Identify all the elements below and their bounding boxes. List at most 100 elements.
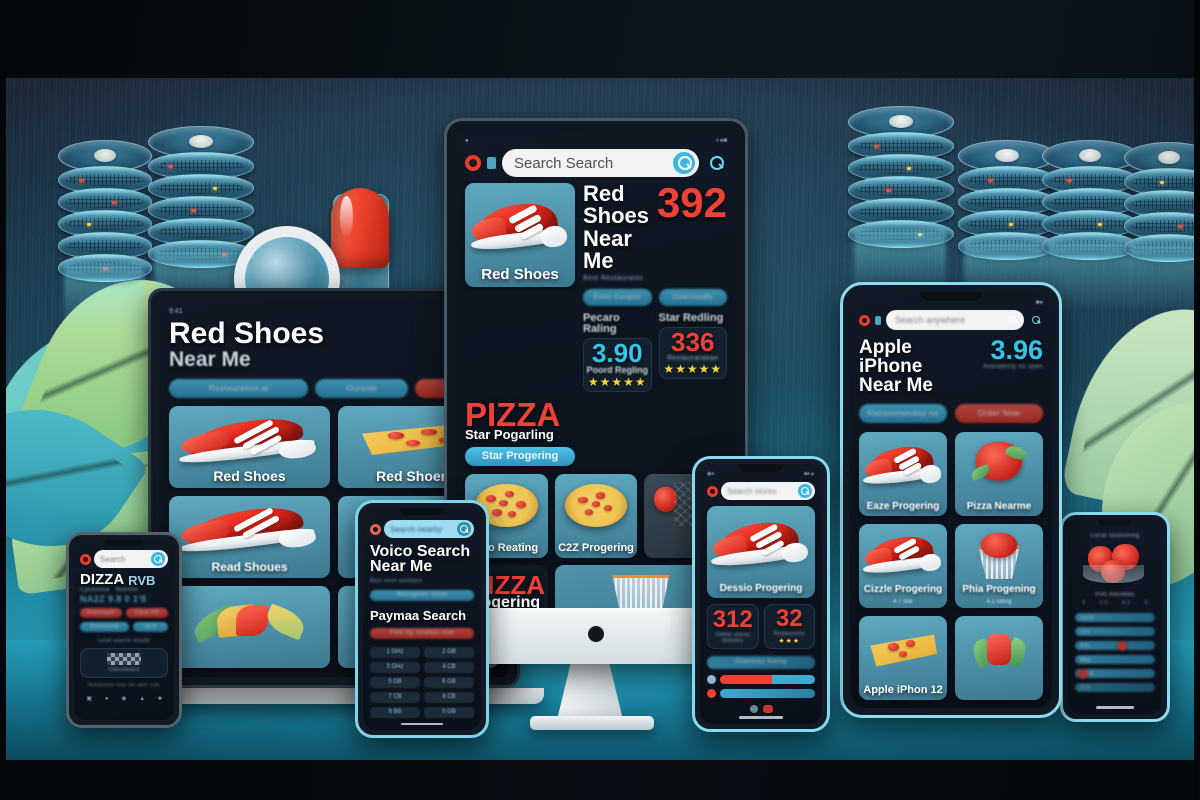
dock-icon[interactable]: ▣: [86, 695, 92, 702]
phone-right-tile-3-sub: 4.1 rating: [986, 599, 1012, 606]
phone-fr-bar-2-knob[interactable]: [1116, 640, 1127, 651]
phone-right-tile-1[interactable]: Pizza Nearme: [955, 432, 1043, 517]
phone-right-tile-0[interactable]: Eaze Progering: [859, 432, 947, 517]
tablet-pill-1[interactable]: Outside: [315, 379, 409, 398]
phone-center-key-3[interactable]: 4 CB: [424, 661, 474, 673]
tablet-tile-2[interactable]: Read Shoues: [169, 496, 330, 578]
dock-icon[interactable]: ▲: [139, 696, 145, 702]
berries-icon: [981, 532, 1017, 558]
phone-right-device[interactable]: ■● Search anywhere Apple iPhone Near Me: [840, 282, 1062, 718]
phone-center-key-6[interactable]: 7 CB: [370, 691, 420, 703]
phone-center-key-8[interactable]: 9 BB: [370, 706, 420, 718]
phone-rc-status-right: ■●▲: [804, 471, 815, 477]
phone-right-tile-2-caption: Cizzle Progering: [863, 584, 943, 596]
monitor-counter: 392: [656, 179, 727, 226]
brand-logo-icon: [859, 314, 870, 326]
tablet-tile-0[interactable]: Red Shoes: [169, 406, 330, 488]
phone-rc-search-input[interactable]: Search stores: [721, 482, 815, 500]
phone-left-pill-3[interactable]: 22.8: [133, 622, 168, 633]
phone-right-tile-2[interactable]: Cizzle Progering 4.7 star: [859, 524, 947, 609]
brand-logo-icon: [80, 553, 91, 565]
monitor-search-input[interactable]: Search Search: [502, 149, 699, 177]
monitor-stat-1-stars: ★★★★★: [663, 361, 723, 376]
phone-rc-bar-1[interactable]: [720, 674, 815, 684]
phone-right-tile-5[interactable]: [955, 616, 1043, 701]
search-icon[interactable]: [1006, 313, 1020, 327]
phone-rc-dock-icon[interactable]: [749, 705, 758, 713]
phone-right-center-device[interactable]: ◉● ■●▲ Search stores Dessio Progering 31…: [692, 456, 830, 732]
phone-center-pill-red[interactable]: Find my location now: [370, 627, 474, 639]
search-icon-secondary[interactable]: [705, 152, 727, 174]
phone-right-counter-sub: Availability no open: [983, 363, 1043, 370]
phone-right-search-input[interactable]: Search anywhere: [886, 310, 1024, 330]
monitor-pill-0[interactable]: Enter Coupon: [583, 288, 652, 306]
monitor-search-bar[interactable]: Search Search: [465, 147, 727, 183]
phone-rc-bar-0[interactable]: Download Rating: [707, 655, 815, 669]
dock-icon[interactable]: ●: [105, 696, 109, 702]
monitor-tile-1[interactable]: C2Z Progering: [554, 473, 638, 558]
phone-fr-bar-2[interactable]: Ads: [1075, 640, 1155, 651]
phone-center-key-2[interactable]: 3 GHz: [370, 661, 420, 673]
phone-center-key-7[interactable]: 8 CB: [424, 691, 474, 703]
phone-left-device[interactable]: Search DIZZA RVB Cyceovsa Nutritio NA2Z …: [66, 532, 182, 728]
search-icon[interactable]: [457, 522, 471, 536]
phone-right-pill-1[interactable]: Order Now: [955, 404, 1043, 424]
phone-rc-bar-2[interactable]: [720, 688, 815, 698]
tablet-tile-4[interactable]: [169, 586, 330, 668]
phone-right-search-bar[interactable]: Search anywhere: [859, 308, 1043, 338]
phone-fr-bar-4[interactable]: Rank: [1075, 668, 1155, 679]
phone-left-search-input[interactable]: Search: [94, 550, 168, 568]
phone-fr-bar-3[interactable]: Map: [1075, 655, 1155, 664]
capsule-server-cap: [331, 188, 389, 268]
phone-fr-bar-0[interactable]: Local: [1075, 613, 1155, 622]
phone-left-pill-1[interactable]: Cassl OD: [126, 608, 168, 619]
search-icon[interactable]: [151, 552, 165, 566]
phone-center-device[interactable]: Search nearby Voico Search Near Me Best …: [355, 500, 489, 738]
tablet-pill-0[interactable]: Restauration ai: [169, 379, 309, 398]
monitor-shoe-tile[interactable]: Red Shoes: [465, 183, 575, 287]
phone-left-footer: Restaurant near me open now: [88, 682, 160, 688]
phone-left-sub1: Cyceovsa: [80, 587, 110, 594]
phone-center-search-bar[interactable]: Search nearby: [370, 515, 474, 544]
dock-icon[interactable]: ■: [158, 696, 162, 702]
phone-center-pill-blue[interactable]: Recognize Voice: [370, 589, 474, 601]
monitor-stat-0-label: Pecaro Raling: [583, 311, 620, 335]
phone-left-pill-0[interactable]: Downloads: [80, 608, 122, 619]
monitor-pill-1[interactable]: Downloadly: [658, 288, 727, 306]
phone-center-search-input[interactable]: Search nearby: [384, 520, 474, 538]
phone-center-key-1[interactable]: 2 GB: [424, 646, 474, 658]
tablet-headline-line1: Red Shoes: [169, 317, 325, 350]
phone-rc-shoe-tile[interactable]: Dessio Progering: [707, 506, 815, 598]
phone-far-right-device[interactable]: Local Searching Pint Reviews 4 4.5 4.2 5: [1060, 512, 1170, 722]
brand-logo-icon: [370, 523, 381, 535]
phone-center-key-9[interactable]: 0 GB: [424, 706, 474, 718]
search-icon[interactable]: [798, 484, 812, 498]
phone-center-key-5[interactable]: 6 GB: [424, 676, 474, 688]
shoe-icon: [862, 529, 942, 579]
phone-left-headline-line1: DIZZA: [80, 571, 125, 588]
phone-center-headline-line2: Near Me: [370, 558, 433, 576]
folded-food-icon: [189, 602, 309, 645]
phone-fr-bar-1[interactable]: Seo: [1075, 627, 1155, 636]
monitor-pizza-pill[interactable]: Star Progering: [465, 446, 575, 466]
phone-right-pill-0[interactable]: Recommended no: [859, 404, 947, 424]
phone-rc-stat-0-value: 312: [712, 606, 753, 633]
phone-fr-bar-4-knob[interactable]: [1078, 668, 1089, 679]
phone-right-tile-3[interactable]: Phia Progening 4.1 rating: [955, 524, 1043, 609]
phone-center-key-0[interactable]: 1 GHz: [370, 646, 420, 658]
shoe-icon: [469, 193, 570, 257]
phone-left-headline-line2: RVB: [128, 573, 156, 589]
phone-rc-search-bar[interactable]: Search stores: [707, 480, 815, 506]
database-stack: [58, 140, 152, 334]
phone-center-key-4[interactable]: 5 DB: [370, 676, 420, 688]
phone-rc-dock-icon[interactable]: [762, 705, 773, 713]
dock-icon[interactable]: ◉: [121, 695, 126, 702]
search-icon[interactable]: [673, 152, 695, 174]
phone-left-pill-2[interactable]: Downlooad: [80, 622, 129, 633]
phone-left-search-bar[interactable]: Search: [80, 546, 168, 572]
phone-right-tile-4[interactable]: Apple iPhon 12: [859, 616, 947, 701]
phone-left-card[interactable]: Chessboard: [80, 648, 168, 679]
phone-fr-bar-5[interactable]: Bids: [1075, 683, 1155, 692]
search-icon-secondary[interactable]: [1029, 313, 1043, 327]
pizza-icon: [558, 479, 634, 532]
